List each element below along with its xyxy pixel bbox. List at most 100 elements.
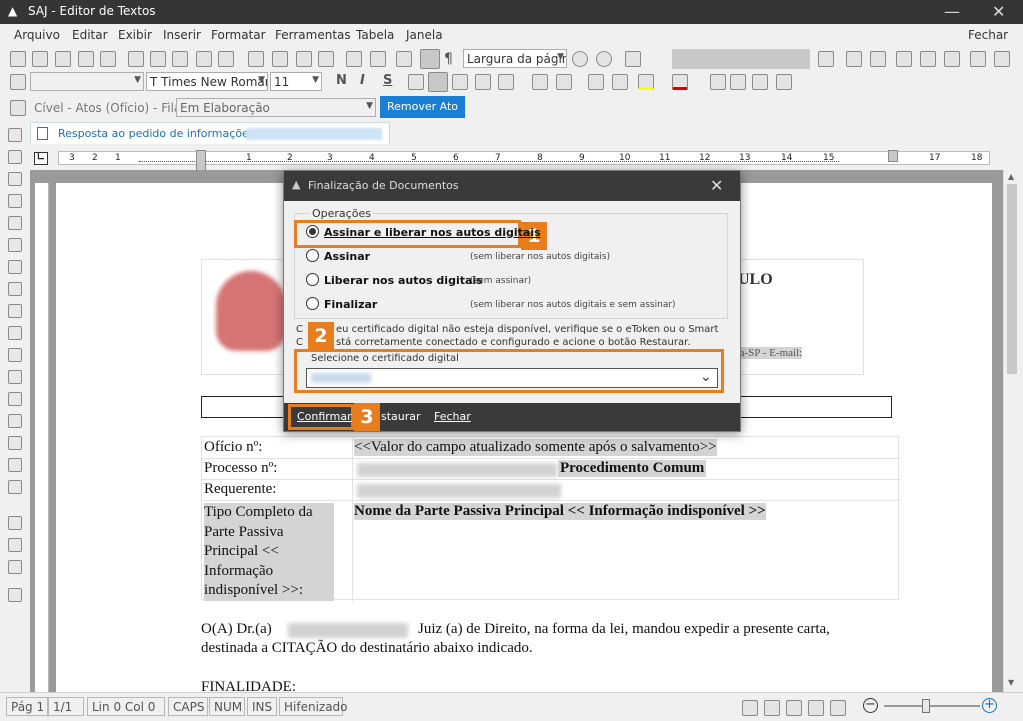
numbered-list-icon[interactable] bbox=[532, 74, 548, 90]
menu-exibir[interactable]: Exibir bbox=[118, 28, 152, 42]
bold-button[interactable]: N bbox=[336, 73, 347, 88]
zoom-slider-thumb[interactable] bbox=[922, 699, 930, 713]
save-icon[interactable] bbox=[100, 51, 116, 67]
tool-icon[interactable] bbox=[8, 348, 22, 362]
tool-icon[interactable] bbox=[8, 260, 22, 274]
split-cells-icon[interactable] bbox=[818, 51, 834, 67]
indent-marker[interactable] bbox=[196, 150, 206, 172]
menu-arquivo[interactable]: Arquivo bbox=[14, 28, 60, 42]
tool-icon[interactable] bbox=[8, 282, 22, 296]
zoom-out-icon[interactable] bbox=[572, 51, 588, 67]
tool-icon[interactable] bbox=[8, 238, 22, 252]
search-document-icon[interactable] bbox=[172, 51, 188, 67]
increase-indent-icon[interactable] bbox=[612, 74, 628, 90]
format-painter-icon[interactable] bbox=[318, 51, 334, 67]
paragraph-icon[interactable] bbox=[752, 74, 768, 90]
tool-icon[interactable] bbox=[8, 128, 22, 142]
decrease-indent-icon[interactable] bbox=[588, 74, 604, 90]
paste-icon[interactable] bbox=[296, 51, 312, 67]
underline-button[interactable]: S bbox=[383, 73, 392, 88]
save-all-icon[interactable] bbox=[78, 51, 94, 67]
zoom-in-icon[interactable] bbox=[596, 51, 612, 67]
view-layout-icon[interactable] bbox=[764, 700, 780, 716]
columns-icon[interactable] bbox=[420, 49, 440, 69]
font-select[interactable]: T Times New Romar ▼ bbox=[146, 72, 268, 91]
italic-button[interactable]: I bbox=[360, 73, 365, 88]
scroll-thumb[interactable] bbox=[1007, 184, 1017, 374]
right-indent-marker[interactable] bbox=[888, 150, 898, 162]
tool-icon[interactable] bbox=[8, 414, 22, 428]
restore-button[interactable]: staurar bbox=[381, 410, 421, 423]
option-label[interactable]: Assinar bbox=[324, 250, 370, 263]
queue-select[interactable]: Em Elaboração ▼ bbox=[176, 98, 376, 117]
tool-icon[interactable] bbox=[8, 304, 22, 318]
align-left-icon[interactable] bbox=[408, 74, 424, 90]
tool-icon[interactable] bbox=[8, 172, 22, 186]
tab-stop-icon[interactable]: ∟ bbox=[34, 152, 48, 165]
option-label[interactable]: Finalizar bbox=[324, 298, 377, 311]
justify-icon[interactable] bbox=[475, 74, 491, 90]
tool-icon[interactable] bbox=[8, 150, 22, 164]
scroll-up-icon[interactable]: ▲ bbox=[1008, 172, 1014, 181]
align-center-icon[interactable] bbox=[428, 72, 448, 92]
table-props-icon[interactable] bbox=[970, 51, 986, 67]
confirm-button[interactable]: Confirmar bbox=[297, 410, 352, 423]
style-icon[interactable] bbox=[10, 74, 26, 90]
option-label[interactable]: Liberar nos autos digitais bbox=[324, 274, 483, 287]
share-icon[interactable] bbox=[8, 560, 22, 574]
view-outline-icon[interactable] bbox=[808, 700, 824, 716]
tool-icon[interactable] bbox=[8, 516, 22, 530]
tool-icon[interactable] bbox=[8, 538, 22, 552]
table-icon[interactable] bbox=[396, 51, 412, 67]
tool-icon[interactable] bbox=[8, 458, 22, 472]
cell-icon[interactable] bbox=[776, 74, 792, 90]
vertical-ruler[interactable] bbox=[35, 183, 49, 692]
align-right-icon[interactable] bbox=[452, 74, 468, 90]
table-grid-icon[interactable] bbox=[994, 51, 1010, 67]
insert-field-icon[interactable] bbox=[625, 51, 641, 67]
style-select[interactable]: ▼ bbox=[30, 72, 144, 91]
open-folder-icon[interactable] bbox=[55, 51, 71, 67]
certificate-select[interactable]: ⌄ bbox=[306, 368, 718, 388]
tool-icon[interactable] bbox=[8, 194, 22, 208]
vertical-scrollbar[interactable]: ▲ ▼ bbox=[1003, 170, 1020, 692]
new-document-icon[interactable] bbox=[32, 51, 48, 67]
pilcrow-icon[interactable]: ¶ bbox=[444, 51, 453, 67]
scroll-down-icon[interactable]: ▼ bbox=[1008, 678, 1014, 687]
menu-inserir[interactable]: Inserir bbox=[163, 28, 201, 42]
tool-icon[interactable] bbox=[8, 216, 22, 230]
zoom-slider-track[interactable] bbox=[884, 705, 980, 707]
zoom-in-button[interactable]: + bbox=[982, 698, 997, 713]
font-size-select[interactable]: 11 ▼ bbox=[270, 72, 322, 91]
insert-column-icon[interactable] bbox=[896, 51, 912, 67]
tool-icon[interactable] bbox=[8, 392, 22, 406]
insert-row-icon[interactable] bbox=[846, 51, 862, 67]
spellcheck-icon[interactable] bbox=[218, 51, 234, 67]
borders-icon[interactable] bbox=[710, 74, 726, 90]
tool-icon[interactable] bbox=[8, 370, 22, 384]
view-print-icon[interactable] bbox=[830, 700, 846, 716]
menu-editar[interactable]: Editar bbox=[72, 28, 108, 42]
view-normal-icon[interactable] bbox=[742, 700, 758, 716]
redo-icon[interactable] bbox=[370, 51, 386, 67]
zoom-select[interactable]: Largura da págin ▼ bbox=[463, 49, 567, 68]
line-spacing-icon[interactable] bbox=[498, 74, 514, 90]
option-label[interactable]: Assinar e liberar nos autos digitais bbox=[324, 226, 541, 239]
email-icon[interactable] bbox=[196, 51, 212, 67]
close-button[interactable]: Fechar bbox=[434, 410, 471, 423]
close-dialog-icon[interactable]: ✕ bbox=[710, 176, 723, 195]
delete-row-icon[interactable] bbox=[870, 51, 886, 67]
menu-ferramentas[interactable]: Ferramentas bbox=[275, 28, 351, 42]
radio-sign-and-release[interactable] bbox=[306, 225, 319, 238]
merge-cells-icon[interactable] bbox=[944, 51, 960, 67]
cut-icon[interactable] bbox=[248, 51, 264, 67]
shading-icon[interactable] bbox=[730, 74, 746, 90]
menu-fechar[interactable]: Fechar bbox=[968, 28, 1008, 42]
view-web-icon[interactable] bbox=[786, 700, 802, 716]
radio-finalize[interactable] bbox=[306, 297, 319, 310]
remove-act-button[interactable]: Remover Ato bbox=[380, 96, 465, 118]
font-color-icon[interactable] bbox=[672, 74, 688, 90]
copy-icon[interactable] bbox=[272, 51, 288, 67]
menu-janela[interactable]: Janela bbox=[406, 28, 443, 42]
tool-icon[interactable] bbox=[8, 326, 22, 340]
